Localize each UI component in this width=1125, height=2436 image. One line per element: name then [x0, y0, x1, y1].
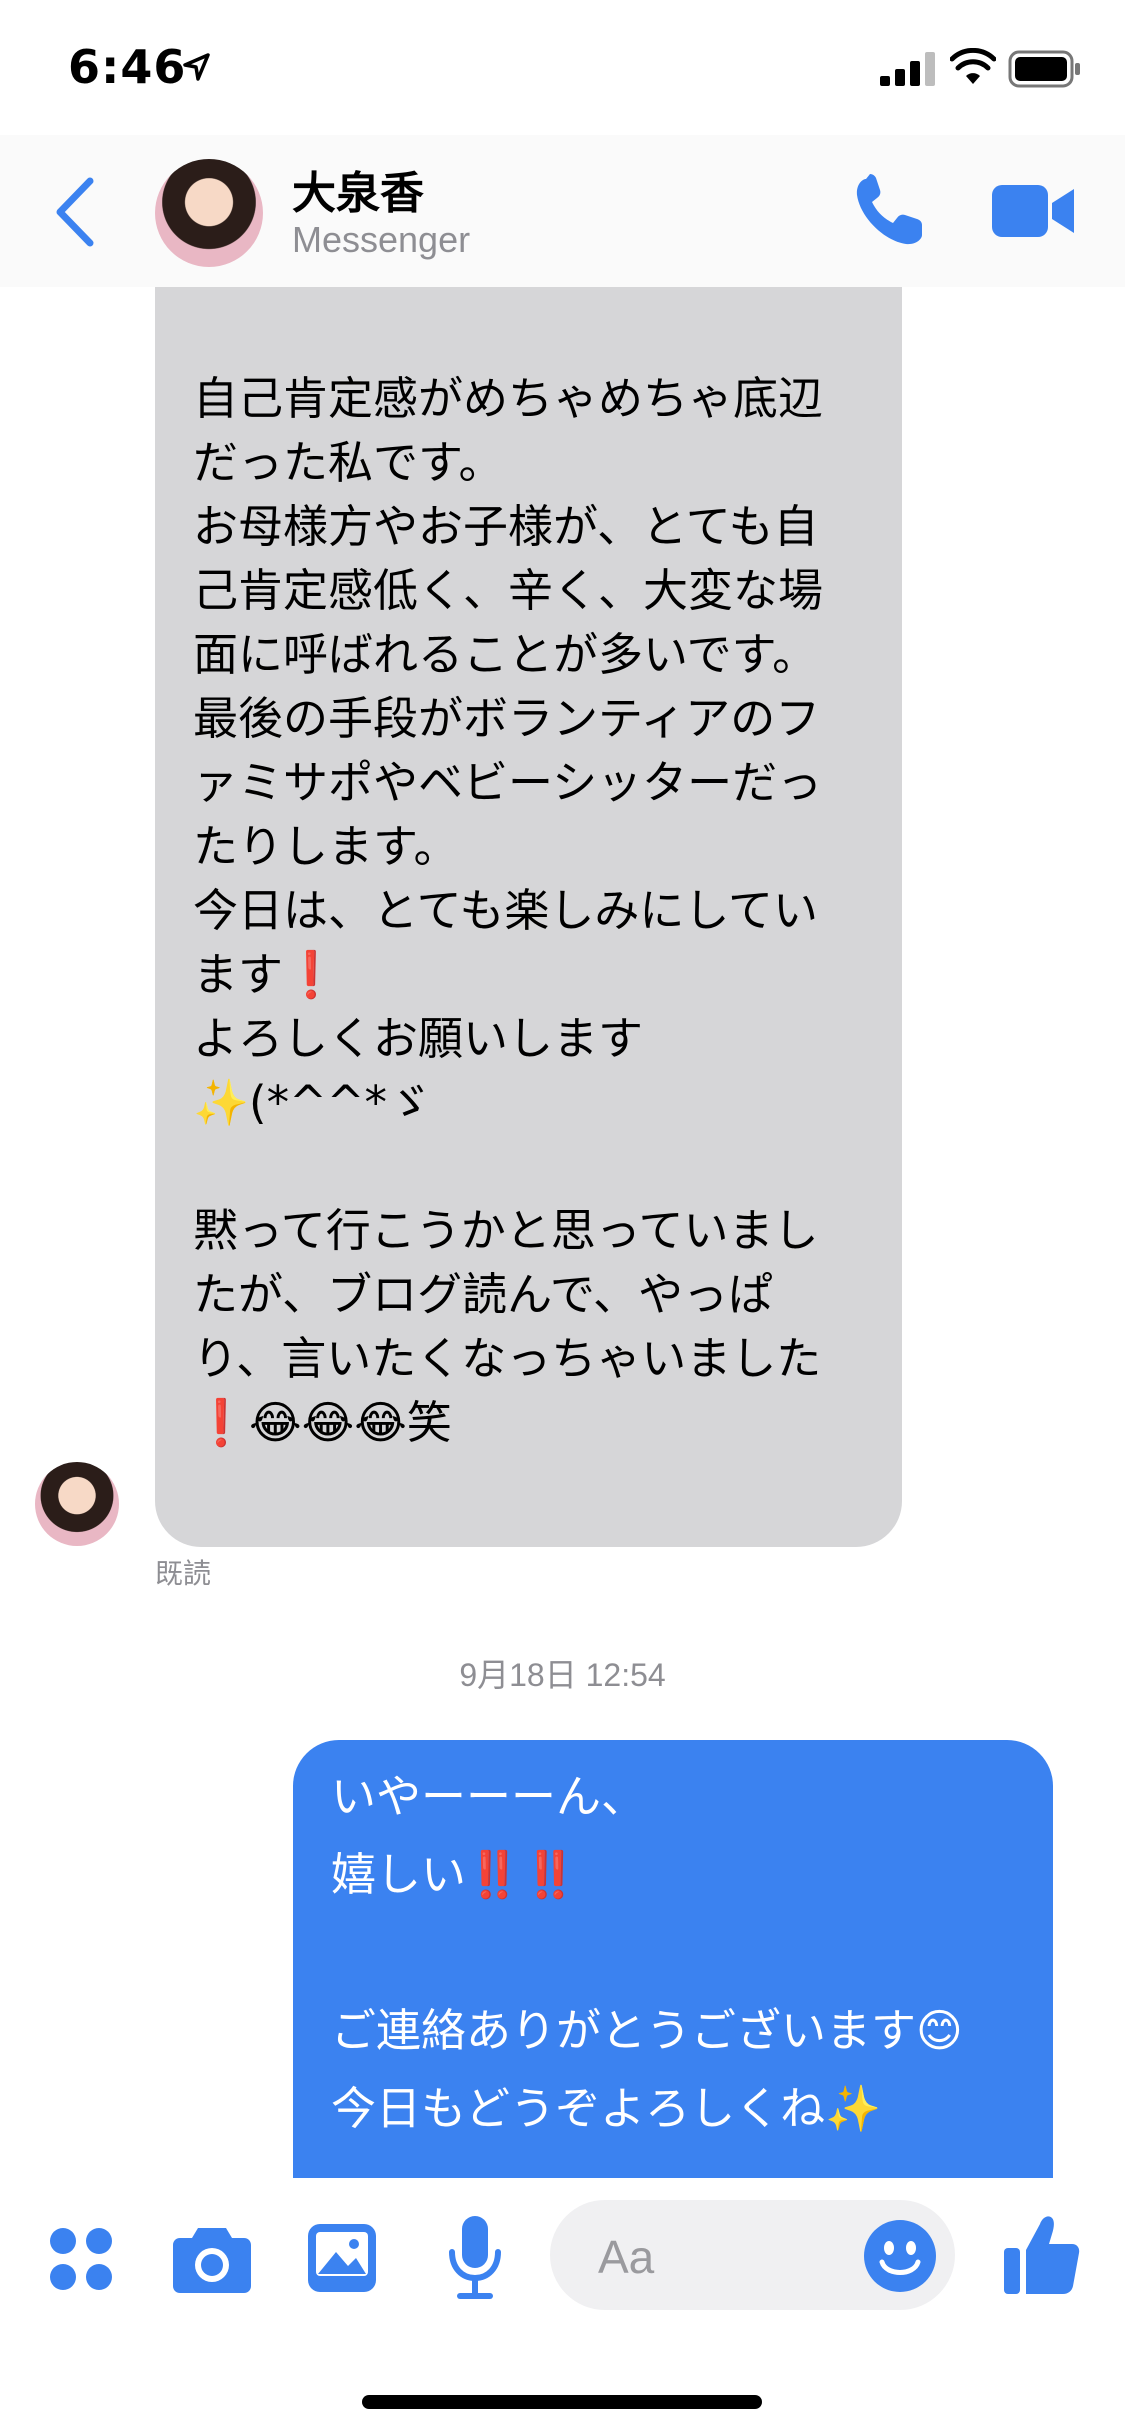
- sender-avatar[interactable]: [35, 1462, 119, 1546]
- thumbs-up-icon[interactable]: [1002, 2210, 1080, 2296]
- outgoing-message-bubble[interactable]: いやーーーん、 嬉しい‼️‼️ ご連絡ありがとうございます😊 今日もどうぞよろし…: [293, 1740, 1053, 2190]
- wifi-icon: [950, 48, 996, 84]
- back-chevron-icon[interactable]: [52, 175, 98, 249]
- message-timestamp: 9月18日 12:54: [459, 1657, 666, 1693]
- incoming-message-bubble[interactable]: 自己肯定感がめちゃめちゃ底辺 だった私です。 お母様方やお子様が、とても自 己肯…: [155, 287, 902, 1547]
- video-camera-icon[interactable]: [992, 181, 1076, 241]
- home-indicator[interactable]: [362, 2395, 762, 2409]
- phone-icon[interactable]: [852, 173, 928, 249]
- camera-icon[interactable]: [172, 2222, 252, 2294]
- read-receipt: 既読: [155, 1557, 212, 1590]
- microphone-icon[interactable]: [446, 2214, 504, 2300]
- emoji-icon[interactable]: [862, 2218, 938, 2294]
- battery-icon: [1008, 50, 1080, 88]
- signal-icon: [880, 52, 935, 86]
- contact-subtitle: Messenger: [292, 219, 471, 260]
- gallery-icon[interactable]: [306, 2222, 378, 2294]
- message-input-placeholder: Aa: [598, 2231, 655, 2283]
- contact-avatar[interactable]: [155, 159, 263, 267]
- incoming-message-text: 自己肯定感がめちゃめちゃ底辺 だった私です。 お母様方やお子様が、とても自 己肯…: [193, 372, 824, 1449]
- location-arrow-icon: [183, 53, 210, 81]
- apps-grid-icon[interactable]: [48, 2226, 114, 2292]
- conversation-header: 大泉香 Messenger: [0, 135, 1125, 287]
- message-input[interactable]: Aa: [550, 2200, 955, 2310]
- status-bar: 6:46: [0, 0, 1125, 135]
- contact-name[interactable]: 大泉香: [292, 157, 424, 221]
- status-time: 6:46: [68, 40, 187, 94]
- outgoing-message-text: いやーーーん、 嬉しい‼️‼️ ご連絡ありがとうございます😊 今日もどうぞよろし…: [331, 1770, 963, 2135]
